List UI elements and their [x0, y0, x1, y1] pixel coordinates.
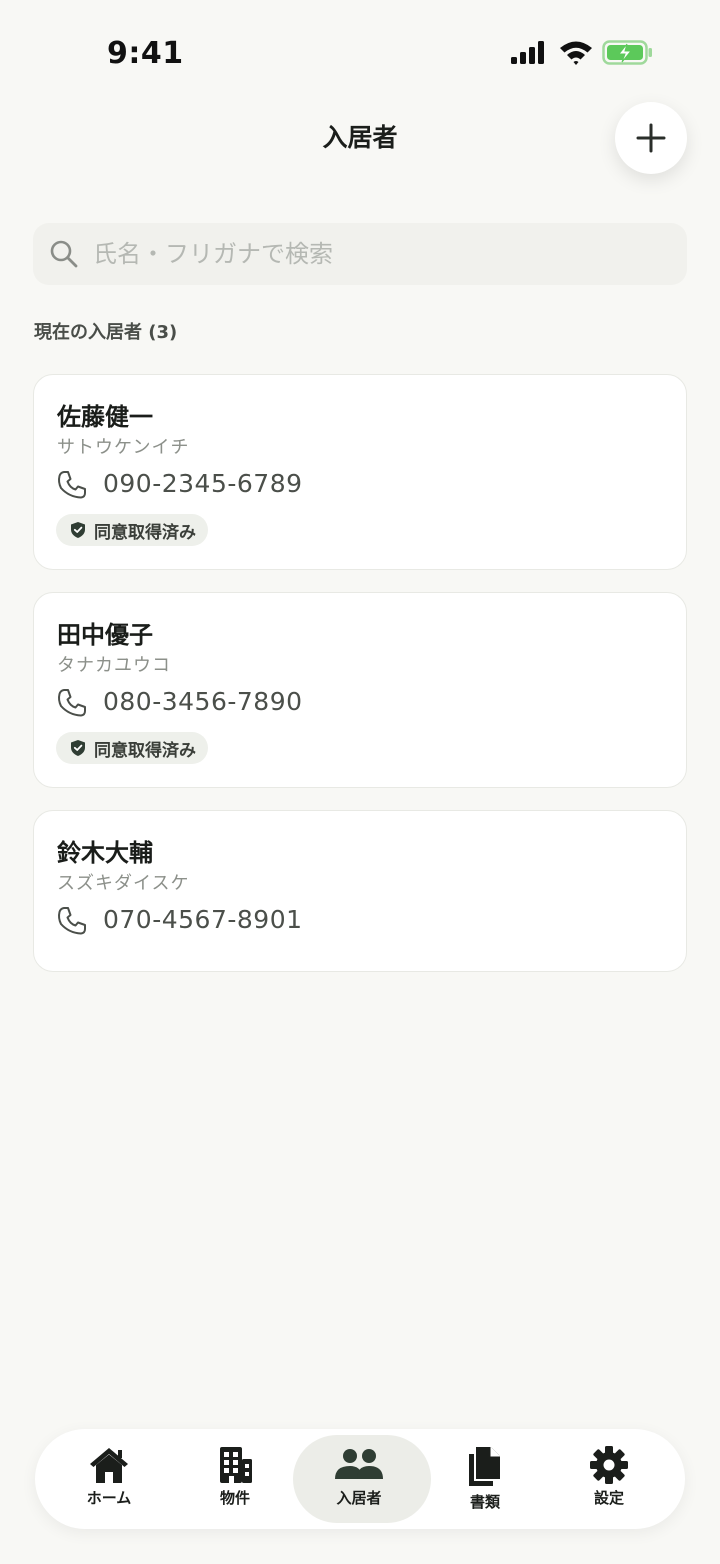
- consent-badge-label: 同意取得済み: [94, 522, 196, 543]
- search-icon: [50, 240, 78, 268]
- tab-home[interactable]: ホーム: [49, 1429, 169, 1529]
- tab-documents[interactable]: 書類: [425, 1429, 545, 1529]
- tenant-kana: タナカユウコ: [57, 655, 171, 676]
- section-label: 現在の入居者 (3): [34, 322, 178, 343]
- add-tenant-button[interactable]: [615, 102, 687, 174]
- tenant-phone[interactable]: 080-3456-7890: [103, 687, 303, 716]
- search-input[interactable]: [93, 223, 673, 285]
- shield-check-icon: [71, 522, 85, 538]
- people-icon: [335, 1449, 383, 1479]
- tab-label: ホーム: [86, 1489, 132, 1507]
- tenant-kana: サトウケンイチ: [57, 437, 190, 458]
- shield-check-icon: [71, 740, 85, 756]
- tab-label: 入居者: [336, 1489, 382, 1507]
- tenant-card[interactable]: 佐藤健一 サトウケンイチ 090-2345-6789 同意取得済み: [33, 374, 687, 570]
- home-icon: [90, 1448, 128, 1483]
- phone-icon: [58, 689, 86, 717]
- battery-charging-icon: [602, 40, 652, 65]
- tenant-name: 鈴木大輔: [57, 839, 153, 867]
- search-box[interactable]: [33, 223, 687, 285]
- consent-badge: 同意取得済み: [56, 732, 208, 764]
- consent-badge: 同意取得済み: [56, 514, 208, 546]
- tab-properties[interactable]: 物件: [175, 1429, 295, 1529]
- wifi-icon: [560, 41, 592, 65]
- tenant-name: 佐藤健一: [57, 403, 153, 431]
- page-title: 入居者: [322, 123, 398, 152]
- building-icon: [220, 1447, 252, 1483]
- gear-icon: [590, 1446, 628, 1484]
- tab-label: 書類: [469, 1493, 500, 1511]
- status-time: 9:41: [107, 36, 184, 71]
- status-bar: 9:41: [0, 0, 720, 100]
- tab-bar: ホーム 物件 入居者 書類 設定: [35, 1429, 685, 1529]
- plus-icon: [636, 123, 666, 153]
- tenant-card[interactable]: 鈴木大輔 スズキダイスケ 070-4567-8901: [33, 810, 687, 972]
- tab-label: 物件: [219, 1489, 250, 1507]
- tenant-phone[interactable]: 070-4567-8901: [103, 905, 303, 934]
- phone-icon: [58, 907, 86, 935]
- tab-tenants[interactable]: 入居者: [293, 1429, 431, 1529]
- tenant-phone[interactable]: 090-2345-6789: [103, 469, 303, 498]
- tenant-name: 田中優子: [57, 621, 153, 649]
- tenant-kana: スズキダイスケ: [57, 873, 190, 894]
- signal-icon: [511, 41, 544, 64]
- tenant-card[interactable]: 田中優子 タナカユウコ 080-3456-7890 同意取得済み: [33, 592, 687, 788]
- phone-icon: [58, 471, 86, 499]
- tab-label: 設定: [593, 1489, 624, 1507]
- tab-settings[interactable]: 設定: [549, 1429, 669, 1529]
- consent-badge-label: 同意取得済み: [94, 740, 196, 761]
- documents-icon: [469, 1447, 500, 1486]
